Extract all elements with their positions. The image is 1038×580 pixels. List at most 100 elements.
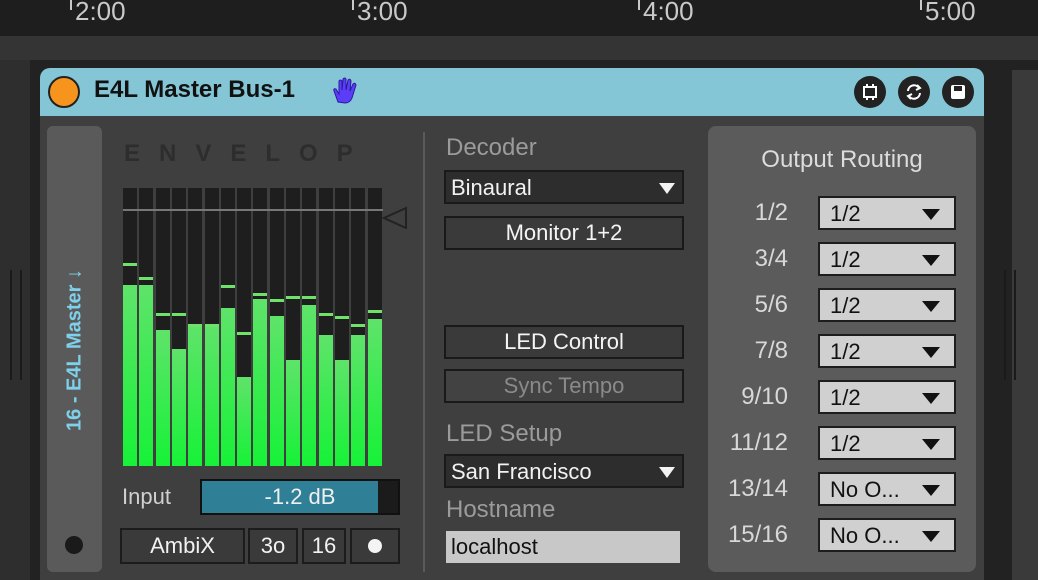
routing-channel-label: 5/6 [754,291,788,318]
routing-select[interactable]: 1/2 [818,426,956,460]
routing-channel-label: 3/4 [754,245,788,272]
chevron-down-icon [922,301,940,312]
routing-select-value: No O... [830,523,900,548]
channel-meter [123,188,137,466]
sync-tempo-button[interactable]: Sync Tempo [444,369,684,403]
meter-level-fill [334,360,349,466]
channel-meter [188,188,203,466]
output-routing-title: Output Routing [761,146,923,173]
routing-select[interactable]: 1/2 [818,242,956,276]
led-setup-dropdown[interactable]: San Francisco [444,454,684,488]
input-gain-slider[interactable]: -1.2 dB [200,479,400,515]
device-title: E4L Master Bus-1 [94,76,295,103]
track-status-dot [65,536,83,554]
meter-level-fill [139,285,154,466]
routing-row: 11/12 1/2 [708,426,976,460]
routing-channel-label: 9/10 [741,383,788,410]
meter-peak-marker [188,324,203,327]
channel-meter [237,188,252,466]
device-swap-button[interactable] [898,76,930,108]
e4l-master-bus-device: E4L Master Bus-1 16 - E4L Master ↓ ENVEL… [40,68,984,580]
threshold-triangle-icon[interactable] [382,206,408,230]
routing-row: 15/16 No O... [708,518,976,552]
routing-channel-label: 1/2 [754,199,788,226]
meter-peak-marker [204,324,219,327]
meter-level-fill [286,360,300,466]
meter-peak-marker [171,313,186,316]
meter-level-fill [204,327,219,466]
routing-select[interactable]: 1/2 [818,380,956,414]
time-marker-4: 4:00 [638,0,694,27]
output-routing-panel: Output Routing 1/2 1/2 3/4 1/2 5/6 1/2 7… [708,126,976,572]
chevron-down-icon [922,347,940,358]
meter-peak-marker [269,299,284,302]
meter-level-fill [188,327,203,466]
channel-meter [171,188,186,466]
channel-meter [155,188,170,466]
record-button[interactable] [350,528,400,564]
meter-level-fill [269,316,284,466]
routing-select-value: 1/2 [830,385,861,410]
chevron-down-icon [922,439,940,450]
channel-meter [351,188,366,466]
decoder-label: Decoder [446,134,537,161]
meter-peak-marker [351,324,366,327]
device-save-button[interactable] [942,76,974,108]
left-panel-edge [0,60,30,580]
monitor-button[interactable]: Monitor 1+2 [444,216,684,250]
routing-row: 7/8 1/2 [708,334,976,368]
meter-level-fill [367,319,382,466]
decoder-dropdown[interactable]: Binaural [444,170,684,204]
device-power-button[interactable] [48,76,80,108]
device-map-button[interactable] [854,76,886,108]
meter-level-fill [237,377,252,466]
save-icon [951,85,965,99]
routing-channel-label: 11/12 [729,429,788,456]
channel-meter [334,188,349,466]
meter-peak-marker [139,277,154,280]
led-setup-value: San Francisco [451,459,592,484]
channels-button[interactable]: 16 [302,528,346,564]
device-title-bar[interactable]: E4L Master Bus-1 [40,68,984,116]
chevron-down-icon [922,393,940,404]
routing-select-value: 1/2 [830,431,861,456]
routing-channel-label: 7/8 [754,337,788,364]
meter-peak-marker [286,296,300,299]
led-setup-label: LED Setup [446,420,563,447]
routing-select[interactable]: 1/2 [818,334,956,368]
hostname-input[interactable]: localhost [446,531,680,563]
section-divider [423,132,425,572]
routing-select[interactable]: 1/2 [818,288,956,322]
meter-peak-marker [220,285,235,288]
chevron-down-icon [659,183,675,194]
channel-meter [139,188,154,466]
routing-select[interactable]: No O... [818,518,956,552]
channel-meter [286,188,300,466]
record-dot-icon [368,539,382,553]
meter-threshold-line [123,209,383,211]
channel-meter [220,188,235,466]
chevron-down-icon [922,255,940,266]
routing-select-value: 1/2 [830,293,861,318]
arrangement-timeline[interactable]: 2:00 3:00 4:00 5:00 [0,0,1038,36]
order-button[interactable]: 3o [248,528,298,564]
routing-select[interactable]: No O... [818,472,956,506]
input-label: Input [122,484,171,509]
resize-grip-left[interactable] [10,270,22,380]
refresh-icon [906,84,922,100]
track-label-panel: 16 - E4L Master ↓ [47,126,102,572]
meter-peak-marker [318,313,333,316]
meter-level-fill [171,349,186,466]
routing-select-value: No O... [830,477,900,502]
meter-level-fill [155,330,170,466]
routing-select[interactable]: 1/2 [818,196,956,230]
right-panel-edge [1004,70,1038,580]
routing-channel-label: 15/16 [727,521,788,548]
ambix-button[interactable]: AmbiX [120,528,245,564]
meter-peak-marker [237,332,252,335]
channel-meter [204,188,219,466]
led-control-button[interactable]: LED Control [444,325,684,359]
resize-grip-right[interactable] [1004,270,1016,380]
hostname-label: Hostname [446,496,556,523]
channel-meter [318,188,333,466]
